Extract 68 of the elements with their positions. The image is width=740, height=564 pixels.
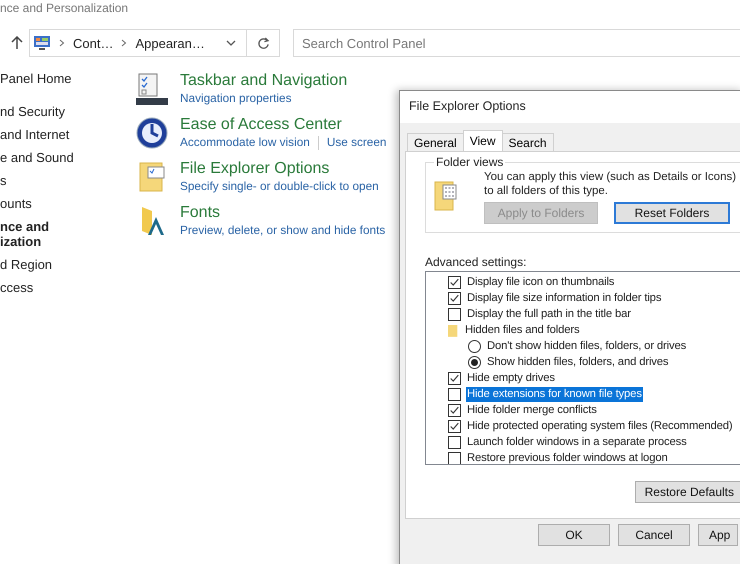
category-link[interactable]: Preview, delete, or show and hide fonts: [180, 222, 386, 239]
sidebar-item[interactable]: ounts: [0, 196, 136, 211]
setting-label[interactable]: Display file icon on thumbnails: [466, 274, 616, 290]
sidebar-item[interactable]: ccess: [0, 280, 136, 295]
refresh-icon: [256, 36, 270, 50]
category-link[interactable]: Use screen: [326, 134, 386, 151]
tab[interactable]: View: [462, 130, 502, 151]
sidebar-item[interactable]: e and Sound: [0, 150, 136, 165]
folder-button[interactable]: Reset Folders: [614, 202, 730, 224]
checkbox[interactable]: [448, 276, 461, 288]
checkbox[interactable]: [448, 372, 461, 384]
dropdown-icon[interactable]: [226, 40, 236, 46]
description-text: You can apply this view (such as Details or Icons) to all folders of this type.: [484, 170, 738, 198]
window-title: nce and Personalization: [0, 0, 130, 17]
category-title[interactable]: Taskbar and Navigation: [180, 71, 348, 90]
checkbox[interactable]: [448, 420, 461, 432]
category-title[interactable]: File Explorer Options: [180, 159, 379, 178]
dialog-button[interactable]: OK: [538, 524, 610, 546]
radio-button[interactable]: [468, 356, 481, 368]
setting-label[interactable]: Hidden files and folders: [464, 322, 580, 338]
search-field[interactable]: Search Control Panel: [293, 29, 740, 57]
dialog-title: File Explorer Options: [400, 91, 740, 123]
setting-label[interactable]: Hide folder merge conflicts: [466, 402, 598, 418]
setting-label[interactable]: Launch folder windows in a separate process: [466, 434, 688, 450]
setting-label[interactable]: Hide extensions for known file types: [466, 386, 643, 402]
sidebar-item[interactable]: nd Security: [0, 104, 136, 119]
checkbox[interactable]: [448, 404, 461, 416]
sidebar-item[interactable]: and Internet: [0, 127, 136, 142]
checkbox[interactable]: [448, 308, 461, 320]
sidebar-item[interactable]: s: [0, 173, 136, 188]
radio-button[interactable]: [468, 340, 481, 352]
restore-defaults-button[interactable]: Restore Defaults: [634, 481, 740, 503]
dialog-button[interactable]: Cancel: [618, 524, 690, 546]
breadcrumb[interactable]: Appearan…: [135, 36, 205, 50]
setting-label[interactable]: Restore previous folder windows at logon: [466, 450, 669, 464]
refresh-button[interactable]: [247, 29, 280, 57]
checkbox[interactable]: [448, 436, 461, 448]
control-panel-icon: [33, 35, 51, 51]
folder-icon: [448, 322, 459, 338]
sidebar-item[interactable]: Panel Home: [0, 71, 136, 86]
breadcrumb[interactable]: Cont…: [73, 36, 114, 50]
tab[interactable]: General: [407, 133, 464, 151]
address-bar[interactable]: Cont… Appearan…: [29, 29, 247, 57]
checkbox[interactable]: [448, 452, 461, 464]
chevron-icon: [59, 39, 65, 47]
setting-label[interactable]: Display file size information in folder tips: [466, 290, 662, 306]
setting-label[interactable]: Don't show hidden files, folders, or drives: [486, 338, 688, 354]
section-label: Advanced settings:: [425, 255, 528, 269]
setting-label[interactable]: Show hidden files, folders, and drives: [486, 354, 670, 370]
category-link[interactable]: Specify single- or double-click to open: [180, 178, 379, 195]
chevron-icon: [121, 39, 128, 47]
setting-label[interactable]: Hide protected operating system files (Recommended): [466, 418, 734, 434]
checkbox[interactable]: [448, 388, 461, 400]
setting-label[interactable]: Hide empty drives: [466, 370, 556, 386]
accessibility-icon: [136, 117, 168, 149]
tab[interactable]: Search: [502, 133, 554, 151]
sidebar-item[interactable]: nce and ization: [0, 219, 136, 249]
category-link[interactable]: Navigation properties: [180, 90, 292, 107]
category-link[interactable]: Accommodate low vision: [180, 134, 310, 151]
category-title[interactable]: Fonts: [180, 203, 386, 222]
checklist-icon: [136, 73, 168, 105]
setting-label[interactable]: Display the full path in the title bar: [466, 306, 632, 322]
sidebar-item[interactable]: d Region: [0, 257, 136, 272]
dialog-button[interactable]: App: [698, 524, 738, 546]
up-arrow-icon[interactable]: [11, 36, 23, 50]
checkbox[interactable]: [448, 292, 461, 304]
category-title[interactable]: Ease of Access Center: [180, 115, 386, 134]
group-title: Folder views: [434, 155, 506, 169]
